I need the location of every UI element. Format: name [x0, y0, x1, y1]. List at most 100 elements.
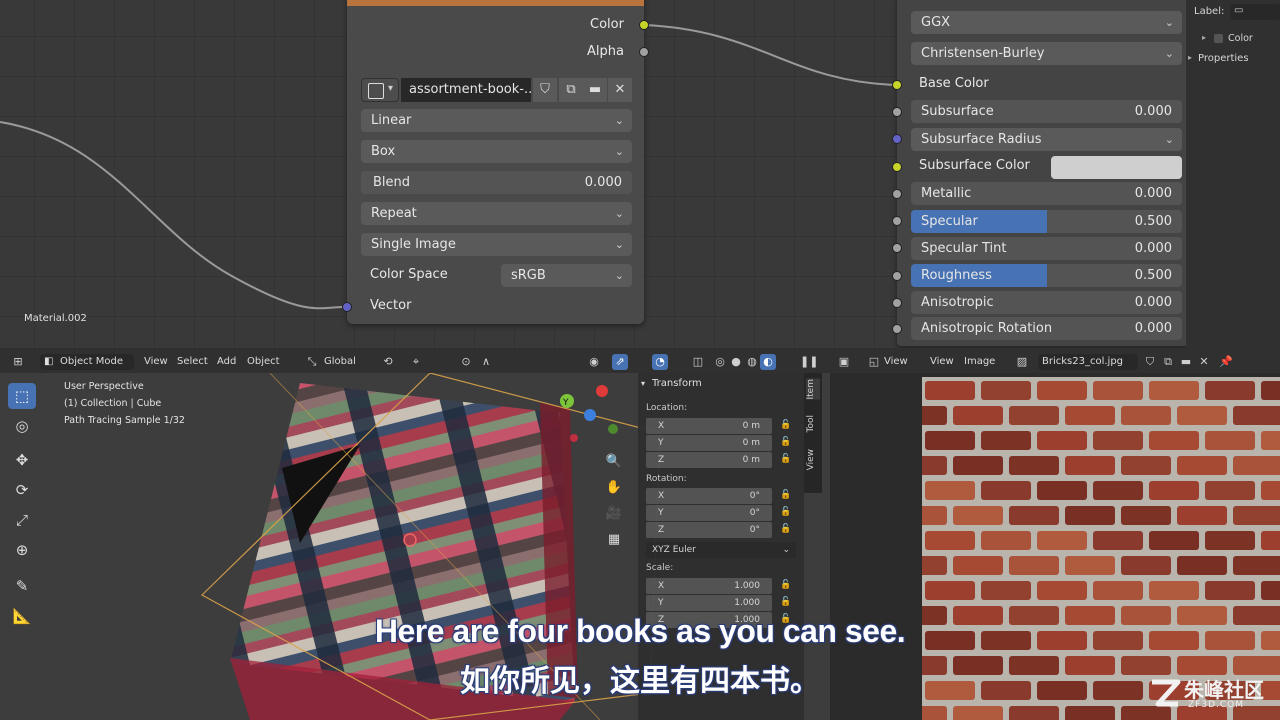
- extension-dropdown[interactable]: Repeat ⌄: [361, 202, 632, 225]
- image-menu-view[interactable]: View: [926, 354, 958, 370]
- cursor-tool-icon[interactable]: ◎: [8, 413, 36, 439]
- subsurface-slider[interactable]: Subsurface 0.000: [911, 100, 1182, 123]
- metallic-slider[interactable]: Metallic 0.000: [911, 182, 1182, 205]
- rotate-tool-icon[interactable]: ⟳: [8, 477, 36, 503]
- lock-icon[interactable]: 🔓: [780, 490, 792, 502]
- pin-icon[interactable]: 📌: [1218, 354, 1234, 370]
- specular-socket[interactable]: [892, 216, 902, 226]
- close-icon[interactable]: ✕: [1196, 354, 1212, 370]
- tab-view[interactable]: View: [806, 449, 820, 470]
- specular-tint-socket[interactable]: [892, 243, 902, 253]
- image-selector[interactable]: ▾ assortment-book-... ⛉ ⧉ ▬ ✕: [361, 78, 632, 102]
- chevron-right-icon[interactable]: ▸: [1202, 33, 1206, 42]
- tab-item[interactable]: Item: [806, 379, 820, 400]
- metallic-socket[interactable]: [892, 189, 902, 199]
- subsurface-color-swatch[interactable]: [1051, 156, 1182, 179]
- gizmo-toggle-icon[interactable]: ⇗: [612, 354, 628, 370]
- projection-dropdown[interactable]: Box ⌄: [361, 140, 632, 163]
- proportional-edit-icon[interactable]: ⊙: [458, 354, 474, 370]
- menu-select[interactable]: Select: [173, 354, 212, 370]
- transform-panel-header[interactable]: ▾ Transform: [638, 375, 804, 393]
- location-y-field[interactable]: Y0 m: [646, 435, 772, 451]
- specular-tint-slider[interactable]: Specular Tint 0.000: [911, 237, 1182, 260]
- subsurface-color-socket[interactable]: [892, 162, 902, 172]
- image-menu-view-mode[interactable]: View: [880, 354, 912, 370]
- location-x-field[interactable]: X0 m: [646, 418, 772, 434]
- pivot-icon[interactable]: ⟲: [380, 354, 396, 370]
- image-browse-button[interactable]: ▾: [361, 78, 399, 102]
- lock-icon[interactable]: 🔓: [780, 437, 792, 449]
- editor-type-icon[interactable]: ▣: [836, 354, 852, 370]
- annotate-tool-icon[interactable]: ✎: [8, 573, 36, 599]
- material-shading-icon[interactable]: ◍: [744, 354, 760, 370]
- visibility-eye-icon[interactable]: ◉: [586, 354, 602, 370]
- subsurface-socket[interactable]: [892, 107, 902, 117]
- grid-perspective-icon[interactable]: ▦: [603, 529, 625, 551]
- subsurface-radius-socket[interactable]: [892, 134, 902, 144]
- subsurface-method-dropdown[interactable]: Christensen-Burley ⌄: [911, 42, 1182, 65]
- menu-add[interactable]: Add: [213, 354, 240, 370]
- lock-icon[interactable]: 🔓: [780, 454, 792, 466]
- scale-tool-icon[interactable]: ⤢: [8, 507, 36, 533]
- duplicate-icon[interactable]: ⧉: [559, 78, 583, 102]
- blend-slider[interactable]: Blend 0.000: [361, 171, 632, 194]
- image-name-field[interactable]: Bricks23_col.jpg: [1038, 354, 1138, 370]
- camera-icon[interactable]: 🎥: [603, 503, 625, 525]
- chevron-right-icon[interactable]: ▸: [1188, 53, 1192, 62]
- solid-shading-icon[interactable]: ●: [728, 354, 744, 370]
- label-field[interactable]: ▭: [1230, 4, 1280, 20]
- distribution-dropdown[interactable]: GGX ⌄: [911, 11, 1182, 34]
- color-checkbox[interactable]: [1214, 34, 1223, 43]
- color-space-dropdown[interactable]: sRGB ⌄: [501, 264, 632, 287]
- anisotropic-socket[interactable]: [892, 298, 902, 308]
- fake-user-shield-icon[interactable]: ⛉: [533, 78, 557, 102]
- node-editor[interactable]: Material.002 Color Alpha ▾ assortment-bo…: [0, 0, 1280, 348]
- roughness-socket[interactable]: [892, 271, 902, 281]
- alpha-output-socket[interactable]: [639, 47, 649, 57]
- tab-tool[interactable]: Tool: [806, 415, 820, 432]
- menu-object[interactable]: Object: [243, 354, 284, 370]
- interpolation-dropdown[interactable]: Linear ⌄: [361, 109, 632, 132]
- lock-icon[interactable]: 🔓: [780, 507, 792, 519]
- rotation-mode-dropdown[interactable]: XYZ Euler ⌄: [646, 542, 796, 558]
- transform-tool-icon[interactable]: ⊕: [8, 537, 36, 563]
- properties-panel-label[interactable]: Properties: [1198, 53, 1249, 64]
- close-icon[interactable]: ✕: [608, 78, 632, 102]
- rotation-y-field[interactable]: Y 0°: [646, 505, 772, 521]
- scale-x-field[interactable]: X 1.000: [646, 578, 772, 594]
- move-tool-icon[interactable]: ✥: [8, 447, 36, 473]
- wireframe-shading-icon[interactable]: ◎: [712, 354, 728, 370]
- falloff-icon[interactable]: ∧: [478, 354, 494, 370]
- rendered-shading-icon[interactable]: ◐: [760, 354, 776, 370]
- anisotropic-rotation-socket[interactable]: [892, 324, 902, 334]
- lock-icon[interactable]: 🔓: [780, 580, 792, 592]
- lock-icon[interactable]: 🔓: [780, 597, 792, 609]
- zoom-icon[interactable]: 🔍: [603, 451, 625, 473]
- base-color-socket[interactable]: [892, 80, 902, 90]
- roughness-slider[interactable]: Roughness 0.500: [911, 264, 1182, 287]
- node-header[interactable]: [347, 0, 644, 6]
- menu-view[interactable]: View: [140, 354, 172, 370]
- image-browse-icon[interactable]: ▨: [1014, 354, 1030, 370]
- select-box-tool-icon[interactable]: ⬚: [8, 383, 36, 409]
- image-menu-image[interactable]: Image: [960, 354, 999, 370]
- pause-render-icon[interactable]: ❚❚: [800, 354, 818, 370]
- duplicate-icon[interactable]: ⧉: [1160, 354, 1176, 370]
- mode-dropdown[interactable]: ◧ Object Mode: [40, 354, 134, 370]
- overlay-toggle-icon[interactable]: ◔: [652, 354, 668, 370]
- specular-slider[interactable]: Specular 0.500: [911, 210, 1182, 233]
- folder-icon[interactable]: ▬: [583, 78, 607, 102]
- fake-user-shield-icon[interactable]: ⛉: [1142, 354, 1158, 370]
- image-name-field[interactable]: assortment-book-...: [401, 78, 531, 102]
- pan-hand-icon[interactable]: ✋: [603, 477, 625, 499]
- subsurface-radius-dropdown[interactable]: Subsurface Radius ⌄: [911, 128, 1182, 151]
- location-z-field[interactable]: Z0 m: [646, 452, 772, 468]
- lock-icon[interactable]: 🔓: [780, 524, 792, 536]
- source-dropdown[interactable]: Single Image ⌄: [361, 233, 632, 256]
- lock-icon[interactable]: 🔓: [780, 420, 792, 432]
- editor-type-icon[interactable]: ⊞: [10, 354, 26, 370]
- xray-icon[interactable]: ◫: [690, 354, 706, 370]
- rotation-x-field[interactable]: X 0°: [646, 488, 772, 504]
- orientation-dropdown[interactable]: Global: [320, 354, 360, 370]
- anisotropic-slider[interactable]: Anisotropic 0.000: [911, 291, 1182, 314]
